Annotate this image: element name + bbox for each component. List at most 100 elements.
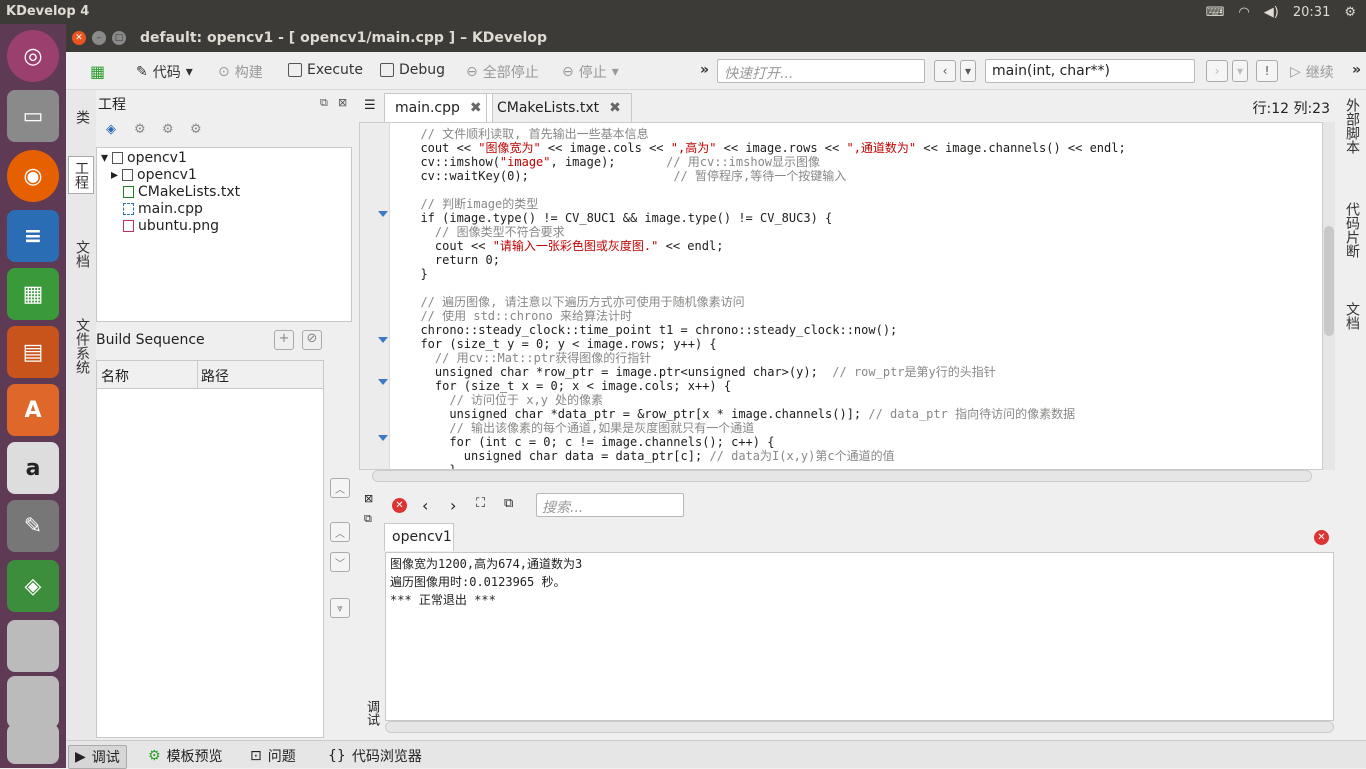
maximize-icon[interactable]: □: [112, 31, 126, 45]
hint-icon[interactable]: !: [1256, 60, 1278, 82]
tab-filesystem[interactable]: 文件系统: [72, 318, 92, 374]
output-search-input[interactable]: 搜索...: [536, 493, 684, 517]
calc-icon[interactable]: ▦: [7, 268, 59, 320]
output-horizontal-scrollbar[interactable]: [385, 721, 1334, 733]
system-settings-icon[interactable]: ✎: [7, 500, 59, 552]
tab-template-preview[interactable]: ⚙ 模板预览: [142, 745, 229, 767]
project-icon[interactable]: ◈: [106, 122, 116, 137]
clock[interactable]: 20:31: [1293, 5, 1330, 20]
code-text[interactable]: // 文件顺利读取, 首先输出一些基本信息 cout << "图像宽为" << …: [406, 127, 1126, 469]
scroll-bottom-icon[interactable]: ⩔: [330, 598, 350, 618]
gear-icon[interactable]: ⚙: [190, 122, 202, 137]
tree-item[interactable]: ▾ opencv1: [101, 150, 187, 166]
fold-marker-icon[interactable]: [378, 337, 388, 343]
previous-icon[interactable]: ‹: [422, 496, 428, 515]
volume-icon[interactable]: ◀): [1264, 5, 1279, 20]
document-list-icon[interactable]: ☰: [364, 98, 376, 113]
chevron-down-icon[interactable]: ▾: [960, 60, 976, 82]
stop-button[interactable]: ⊖ 停止 ▾: [562, 62, 619, 82]
next-icon[interactable]: ›: [450, 496, 456, 515]
editor-vertical-scrollbar[interactable]: [1323, 122, 1335, 470]
impress-icon[interactable]: ▤: [7, 326, 59, 378]
drive-icon[interactable]: [7, 620, 59, 672]
close-icon[interactable]: ✕: [72, 31, 86, 45]
keyboard-icon[interactable]: ⌨: [1206, 5, 1225, 20]
more-chevron-icon[interactable]: »: [700, 62, 709, 78]
kdevelop-icon[interactable]: ◈: [7, 560, 59, 612]
tab-snippets[interactable]: 代码片断: [1342, 202, 1362, 258]
close-icon[interactable]: ⊠: [338, 96, 347, 109]
tab-problems[interactable]: ⊡ 问题: [244, 745, 302, 767]
editor-horizontal-scrollbar[interactable]: [372, 470, 1312, 482]
amazon-icon[interactable]: a: [7, 442, 59, 494]
quick-open-input[interactable]: 快速打开...: [717, 59, 925, 83]
writer-icon[interactable]: ≡: [7, 210, 59, 262]
tab-external-scripts[interactable]: 外部脚本: [1342, 98, 1362, 154]
tab-classes[interactable]: 类: [72, 110, 92, 124]
tree-item[interactable]: CMakeLists.txt: [123, 184, 240, 200]
add-icon[interactable]: +: [274, 330, 294, 350]
tab-output-opencv1[interactable]: opencv1: [384, 523, 454, 551]
copy-icon[interactable]: ⧉: [504, 496, 513, 511]
gear-icon[interactable]: ⚙: [162, 122, 174, 137]
tab-project[interactable]: 工程: [68, 156, 94, 194]
code-line: return 0;: [406, 253, 500, 267]
scroll-up-icon[interactable]: ︿: [330, 478, 350, 498]
problems-icon: ⊡: [250, 748, 262, 764]
code-editor[interactable]: // 文件顺利读取, 首先输出一些基本信息 cout << "图像宽为" << …: [359, 122, 1323, 470]
close-output-icon[interactable]: ✕: [1314, 530, 1329, 545]
firefox-icon[interactable]: ◉: [7, 150, 59, 202]
more-chevron-icon[interactable]: »: [1352, 62, 1361, 78]
scroll-up-icon[interactable]: ︿: [330, 522, 350, 542]
remove-icon[interactable]: ⊘: [302, 330, 322, 350]
tab-code-browser[interactable]: {} 代码浏览器: [322, 745, 428, 767]
scrollbar-thumb[interactable]: [1324, 226, 1334, 336]
minimize-icon[interactable]: –: [92, 31, 106, 45]
forward-icon[interactable]: ›: [1206, 60, 1228, 82]
wifi-icon[interactable]: ◠: [1238, 5, 1249, 20]
close-icon[interactable]: ⊠: [364, 492, 373, 505]
stop-icon[interactable]: ✕: [392, 498, 407, 513]
code-menu-button[interactable]: ✎ 代码 ▾: [136, 62, 193, 82]
grid-icon[interactable]: ▦: [90, 62, 105, 81]
files-icon[interactable]: ▭: [7, 90, 59, 142]
tab-docs[interactable]: 文档: [1342, 302, 1362, 330]
tree-item[interactable]: main.cpp: [123, 201, 203, 217]
software-center-icon[interactable]: A: [7, 384, 59, 436]
fold-marker-icon[interactable]: [378, 211, 388, 217]
drive-icon[interactable]: [7, 676, 59, 728]
tree-item[interactable]: ubuntu.png: [123, 218, 219, 234]
code-line: // 判断image的类型: [420, 197, 539, 211]
close-icon[interactable]: ✖: [609, 100, 621, 116]
gear-icon[interactable]: ⚙: [134, 122, 146, 137]
tab-debug[interactable]: ▶ 调试: [68, 745, 127, 769]
back-icon[interactable]: ‹: [934, 60, 956, 82]
gear-icon[interactable]: ⚙: [1344, 5, 1356, 20]
build-button[interactable]: ⊙ 构建: [218, 62, 263, 82]
stop-all-button[interactable]: ⊖ 全部停止: [466, 62, 539, 82]
fit-icon[interactable]: ⛶: [476, 496, 485, 511]
chevron-down-icon[interactable]: ▾: [1232, 60, 1248, 82]
ubuntu-dash-icon[interactable]: ◎: [7, 30, 59, 82]
tree-item[interactable]: ▸ opencv1: [111, 167, 197, 183]
scroll-down-icon[interactable]: ﹀: [330, 552, 350, 572]
close-icon[interactable]: ✖: [470, 100, 482, 116]
column-header-path[interactable]: 路径: [201, 366, 229, 386]
context-browser-field[interactable]: main(int, char**): [985, 59, 1195, 83]
fold-marker-icon[interactable]: [378, 379, 388, 385]
debug-button[interactable]: Debug: [380, 62, 445, 78]
debug-side-label[interactable]: 调试: [362, 700, 381, 726]
float-icon[interactable]: ⧉: [364, 512, 372, 526]
tab-cmakelists[interactable]: CMakeLists.txt ✖: [486, 93, 632, 122]
continue-button[interactable]: ▷ 继续: [1290, 62, 1334, 82]
drive-icon[interactable]: [7, 724, 59, 764]
fold-marker-icon[interactable]: [378, 435, 388, 441]
execute-button[interactable]: Execute: [288, 62, 363, 78]
output-text[interactable]: 图像宽为1200,高为674,通道数为3 遍历图像用时:0.0123965 秒。…: [385, 552, 1334, 721]
column-header-name[interactable]: 名称: [101, 366, 129, 386]
tab-main-cpp[interactable]: main.cpp ✖: [384, 93, 493, 122]
float-icon[interactable]: ⧉: [320, 96, 328, 110]
tab-documents[interactable]: 文档: [72, 240, 92, 268]
